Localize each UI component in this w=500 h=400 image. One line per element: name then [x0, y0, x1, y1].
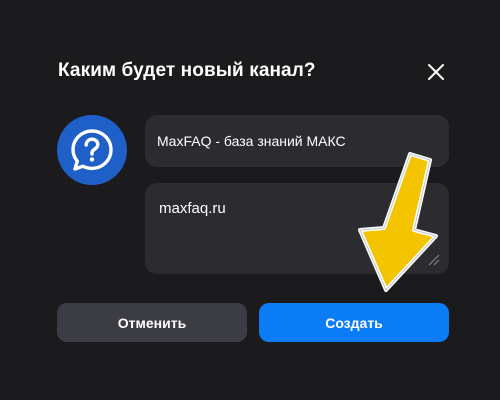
- cancel-button[interactable]: Отменить: [57, 303, 247, 342]
- resize-handle-icon[interactable]: [426, 252, 440, 266]
- channel-description-input[interactable]: maxfaq.ru: [145, 183, 449, 274]
- question-chat-icon: [71, 129, 113, 171]
- create-channel-dialog: Каким будет новый канал? MaxFAQ - база з…: [0, 0, 500, 400]
- dialog-title: Каким будет новый канал?: [58, 60, 316, 81]
- close-icon: [428, 64, 444, 80]
- close-button[interactable]: [424, 60, 448, 84]
- channel-name-input[interactable]: MaxFAQ - база знаний МАКС: [145, 115, 449, 167]
- channel-avatar[interactable]: [57, 115, 127, 185]
- create-button[interactable]: Создать: [259, 303, 449, 342]
